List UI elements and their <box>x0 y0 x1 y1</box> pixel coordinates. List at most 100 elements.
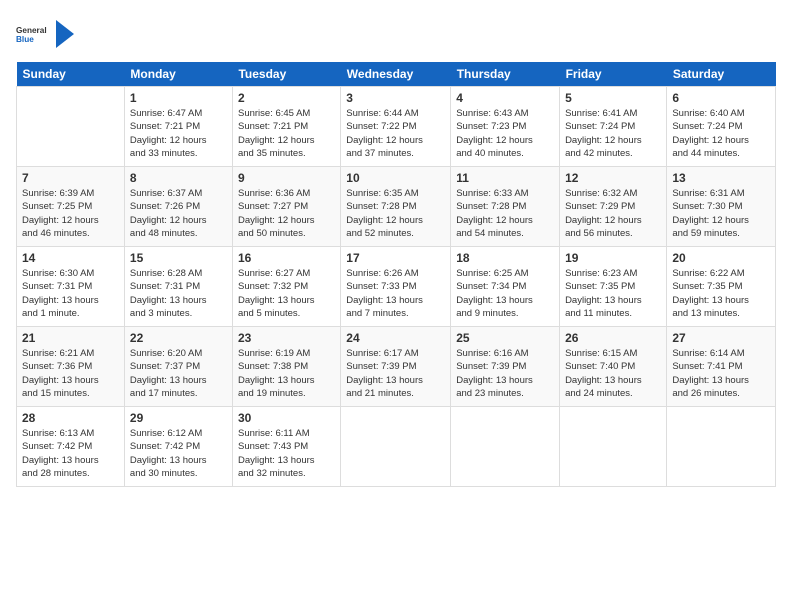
day-info: Sunrise: 6:31 AM Sunset: 7:30 PM Dayligh… <box>672 187 770 240</box>
calendar-day-cell: 9 Sunrise: 6:36 AM Sunset: 7:27 PM Daylig… <box>232 167 340 247</box>
day-info: Sunrise: 6:12 AM Sunset: 7:42 PM Dayligh… <box>130 427 227 480</box>
day-number: 25 <box>456 331 554 345</box>
calendar-week-row: 28 Sunrise: 6:13 AM Sunset: 7:42 PM Dayli… <box>17 407 776 487</box>
day-info: Sunrise: 6:14 AM Sunset: 7:41 PM Dayligh… <box>672 347 770 400</box>
weekday-header: Friday <box>560 62 667 87</box>
day-number: 14 <box>22 251 119 265</box>
weekday-header: Saturday <box>667 62 776 87</box>
day-number: 13 <box>672 171 770 185</box>
day-number: 3 <box>346 91 445 105</box>
day-number: 12 <box>565 171 661 185</box>
calendar-day-cell: 15Sunrise: 6:28 AM Sunset: 7:31 PM Dayli… <box>124 247 232 327</box>
svg-text:Blue: Blue <box>16 35 34 44</box>
calendar-day-cell: 8 Sunrise: 6:37 AM Sunset: 7:26 PM Daylig… <box>124 167 232 247</box>
day-number: 7 <box>22 171 119 185</box>
calendar-week-row: 14 Sunrise: 6:30 AM Sunset: 7:31 PM Dayli… <box>17 247 776 327</box>
weekday-header-row: SundayMondayTuesdayWednesdayThursdayFrid… <box>17 62 776 87</box>
day-info: Sunrise: 6:27 AM Sunset: 7:32 PM Dayligh… <box>238 267 335 320</box>
day-number: 8 <box>130 171 227 185</box>
calendar-day-cell: 5 Sunrise: 6:41 AM Sunset: 7:24 PM Daylig… <box>560 87 667 167</box>
calendar-day-cell: 23 Sunrise: 6:19 AM Sunset: 7:38 PM Dayli… <box>232 327 340 407</box>
day-number: 11 <box>456 171 554 185</box>
day-number: 23 <box>238 331 335 345</box>
day-number: 15 <box>130 251 227 265</box>
calendar-day-cell <box>451 407 560 487</box>
calendar-day-cell: 1 Sunrise: 6:47 AM Sunset: 7:21 PM Daylig… <box>124 87 232 167</box>
day-number: 24 <box>346 331 445 345</box>
day-info: Sunrise: 6:45 AM Sunset: 7:21 PM Dayligh… <box>238 107 335 160</box>
weekday-header: Sunday <box>17 62 125 87</box>
calendar-day-cell: 7 Sunrise: 6:39 AM Sunset: 7:25 PM Daylig… <box>17 167 125 247</box>
day-number: 10 <box>346 171 445 185</box>
day-info: Sunrise: 6:37 AM Sunset: 7:26 PM Dayligh… <box>130 187 227 240</box>
day-info: Sunrise: 6:16 AM Sunset: 7:39 PM Dayligh… <box>456 347 554 400</box>
day-info: Sunrise: 6:15 AM Sunset: 7:40 PM Dayligh… <box>565 347 661 400</box>
calendar-day-cell: 28 Sunrise: 6:13 AM Sunset: 7:42 PM Dayli… <box>17 407 125 487</box>
day-number: 22 <box>130 331 227 345</box>
day-number: 4 <box>456 91 554 105</box>
calendar-day-cell <box>560 407 667 487</box>
svg-text:General: General <box>16 26 47 35</box>
weekday-header: Monday <box>124 62 232 87</box>
calendar-day-cell: 21Sunrise: 6:21 AM Sunset: 7:36 PM Dayli… <box>17 327 125 407</box>
day-info: Sunrise: 6:20 AM Sunset: 7:37 PM Dayligh… <box>130 347 227 400</box>
calendar-day-cell: 24Sunrise: 6:17 AM Sunset: 7:39 PM Dayli… <box>341 327 451 407</box>
calendar-day-cell: 19 Sunrise: 6:23 AM Sunset: 7:35 PM Dayli… <box>560 247 667 327</box>
day-info: Sunrise: 6:32 AM Sunset: 7:29 PM Dayligh… <box>565 187 661 240</box>
calendar-table: SundayMondayTuesdayWednesdayThursdayFrid… <box>16 62 776 487</box>
calendar-day-cell: 16 Sunrise: 6:27 AM Sunset: 7:32 PM Dayli… <box>232 247 340 327</box>
calendar-day-cell: 17Sunrise: 6:26 AM Sunset: 7:33 PM Dayli… <box>341 247 451 327</box>
day-number: 26 <box>565 331 661 345</box>
logo-arrow-icon <box>56 20 74 48</box>
calendar-day-cell: 3 Sunrise: 6:44 AM Sunset: 7:22 PM Daylig… <box>341 87 451 167</box>
day-number: 20 <box>672 251 770 265</box>
calendar-week-row: 21Sunrise: 6:21 AM Sunset: 7:36 PM Dayli… <box>17 327 776 407</box>
day-info: Sunrise: 6:13 AM Sunset: 7:42 PM Dayligh… <box>22 427 119 480</box>
calendar-day-cell: 27 Sunrise: 6:14 AM Sunset: 7:41 PM Dayli… <box>667 327 776 407</box>
day-info: Sunrise: 6:11 AM Sunset: 7:43 PM Dayligh… <box>238 427 335 480</box>
page-header: General Blue <box>16 16 776 52</box>
weekday-header: Wednesday <box>341 62 451 87</box>
calendar-day-cell: 11 Sunrise: 6:33 AM Sunset: 7:28 PM Dayli… <box>451 167 560 247</box>
day-info: Sunrise: 6:23 AM Sunset: 7:35 PM Dayligh… <box>565 267 661 320</box>
calendar-day-cell: 26 Sunrise: 6:15 AM Sunset: 7:40 PM Dayli… <box>560 327 667 407</box>
calendar-day-cell: 4Sunrise: 6:43 AM Sunset: 7:23 PM Daylig… <box>451 87 560 167</box>
day-info: Sunrise: 6:44 AM Sunset: 7:22 PM Dayligh… <box>346 107 445 160</box>
calendar-day-cell: 25 Sunrise: 6:16 AM Sunset: 7:39 PM Dayli… <box>451 327 560 407</box>
day-info: Sunrise: 6:36 AM Sunset: 7:27 PM Dayligh… <box>238 187 335 240</box>
calendar-day-cell: 2 Sunrise: 6:45 AM Sunset: 7:21 PM Daylig… <box>232 87 340 167</box>
day-info: Sunrise: 6:33 AM Sunset: 7:28 PM Dayligh… <box>456 187 554 240</box>
day-number: 5 <box>565 91 661 105</box>
calendar-day-cell: 6Sunrise: 6:40 AM Sunset: 7:24 PM Daylig… <box>667 87 776 167</box>
day-number: 29 <box>130 411 227 425</box>
day-number: 18 <box>456 251 554 265</box>
day-info: Sunrise: 6:30 AM Sunset: 7:31 PM Dayligh… <box>22 267 119 320</box>
day-number: 2 <box>238 91 335 105</box>
day-info: Sunrise: 6:25 AM Sunset: 7:34 PM Dayligh… <box>456 267 554 320</box>
day-number: 1 <box>130 91 227 105</box>
calendar-day-cell: 22 Sunrise: 6:20 AM Sunset: 7:37 PM Dayli… <box>124 327 232 407</box>
calendar-day-cell <box>17 87 125 167</box>
day-info: Sunrise: 6:21 AM Sunset: 7:36 PM Dayligh… <box>22 347 119 400</box>
day-number: 28 <box>22 411 119 425</box>
day-number: 9 <box>238 171 335 185</box>
weekday-header: Tuesday <box>232 62 340 87</box>
day-info: Sunrise: 6:41 AM Sunset: 7:24 PM Dayligh… <box>565 107 661 160</box>
day-info: Sunrise: 6:40 AM Sunset: 7:24 PM Dayligh… <box>672 107 770 160</box>
day-number: 16 <box>238 251 335 265</box>
logo-svg: General Blue <box>16 16 52 52</box>
calendar-day-cell: 13 Sunrise: 6:31 AM Sunset: 7:30 PM Dayli… <box>667 167 776 247</box>
day-info: Sunrise: 6:47 AM Sunset: 7:21 PM Dayligh… <box>130 107 227 160</box>
day-number: 27 <box>672 331 770 345</box>
day-info: Sunrise: 6:22 AM Sunset: 7:35 PM Dayligh… <box>672 267 770 320</box>
calendar-day-cell: 12 Sunrise: 6:32 AM Sunset: 7:29 PM Dayli… <box>560 167 667 247</box>
day-number: 19 <box>565 251 661 265</box>
calendar-day-cell: 30 Sunrise: 6:11 AM Sunset: 7:43 PM Dayli… <box>232 407 340 487</box>
calendar-day-cell: 10 Sunrise: 6:35 AM Sunset: 7:28 PM Dayli… <box>341 167 451 247</box>
logo: General Blue <box>16 16 74 52</box>
calendar-week-row: 1 Sunrise: 6:47 AM Sunset: 7:21 PM Daylig… <box>17 87 776 167</box>
day-info: Sunrise: 6:19 AM Sunset: 7:38 PM Dayligh… <box>238 347 335 400</box>
day-number: 30 <box>238 411 335 425</box>
day-info: Sunrise: 6:35 AM Sunset: 7:28 PM Dayligh… <box>346 187 445 240</box>
day-info: Sunrise: 6:39 AM Sunset: 7:25 PM Dayligh… <box>22 187 119 240</box>
